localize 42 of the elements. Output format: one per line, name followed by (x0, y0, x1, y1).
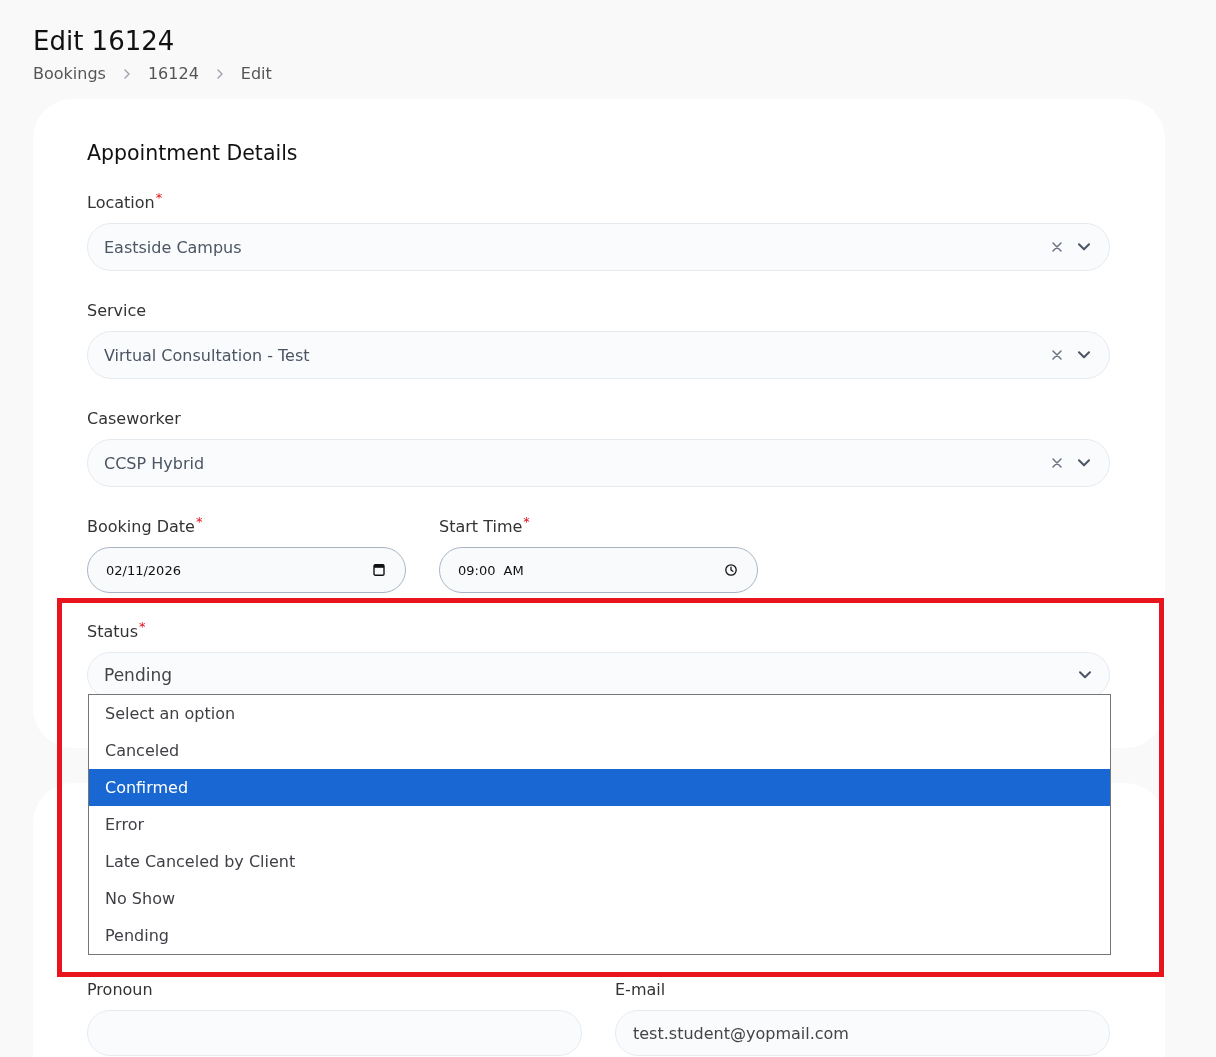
field-label: Location (87, 192, 155, 214)
dropdown-option[interactable]: Canceled (89, 732, 1110, 769)
date-field[interactable]: 02/11/2026 (87, 547, 406, 593)
required-mark: * (523, 515, 530, 528)
clear-icon[interactable] (1052, 350, 1062, 360)
chevron-right-icon (123, 69, 130, 79)
text-field[interactable]: test.student@yopmail.com (615, 1010, 1110, 1056)
dropdown-option[interactable]: No Show (89, 880, 1110, 917)
page-title: Edit 16124 (33, 25, 175, 58)
field-label: Caseworker (87, 408, 181, 430)
chevron-right-icon (216, 69, 223, 79)
dropdown-option[interactable]: Late Canceled by Client (89, 843, 1110, 880)
chevron-down-icon[interactable] (1078, 351, 1090, 359)
section-heading: Appointment Details (87, 140, 298, 167)
dropdown-option[interactable]: Select an option (89, 695, 1110, 732)
field-label: Booking Date (87, 516, 195, 538)
clock-icon[interactable] (725, 564, 737, 576)
dropdown-option[interactable]: Error (89, 806, 1110, 843)
text-field[interactable] (87, 1010, 582, 1056)
chevron-down-icon[interactable] (1079, 671, 1091, 679)
select-field[interactable]: CCSP Hybrid (87, 439, 1110, 487)
calendar-icon[interactable] (373, 564, 385, 576)
field-label: Pronoun (87, 979, 153, 1001)
chevron-down-icon[interactable] (1078, 243, 1090, 251)
required-mark: * (155, 191, 163, 204)
breadcrumb-link[interactable]: 16124 (147, 64, 199, 84)
breadcrumb-current: Edit (240, 64, 272, 84)
time-field[interactable]: 09:00 AM (439, 547, 758, 593)
clear-icon[interactable] (1052, 458, 1062, 468)
required-mark: * (139, 620, 146, 633)
dropdown-option[interactable]: Pending (89, 917, 1110, 954)
dropdown-option[interactable]: Confirmed (89, 769, 1110, 806)
field-label: E-mail (615, 979, 666, 1001)
select-field[interactable]: Eastside Campus (87, 223, 1110, 271)
select-field[interactable]: Virtual Consultation - Test (87, 331, 1110, 379)
field-label: Status (87, 621, 138, 643)
field-label: Start Time (439, 516, 523, 538)
chevron-down-icon[interactable] (1078, 459, 1090, 467)
required-mark: * (195, 515, 203, 528)
clear-icon[interactable] (1052, 242, 1062, 252)
breadcrumb-link[interactable]: Bookings (33, 64, 106, 84)
field-label: Service (87, 300, 147, 322)
